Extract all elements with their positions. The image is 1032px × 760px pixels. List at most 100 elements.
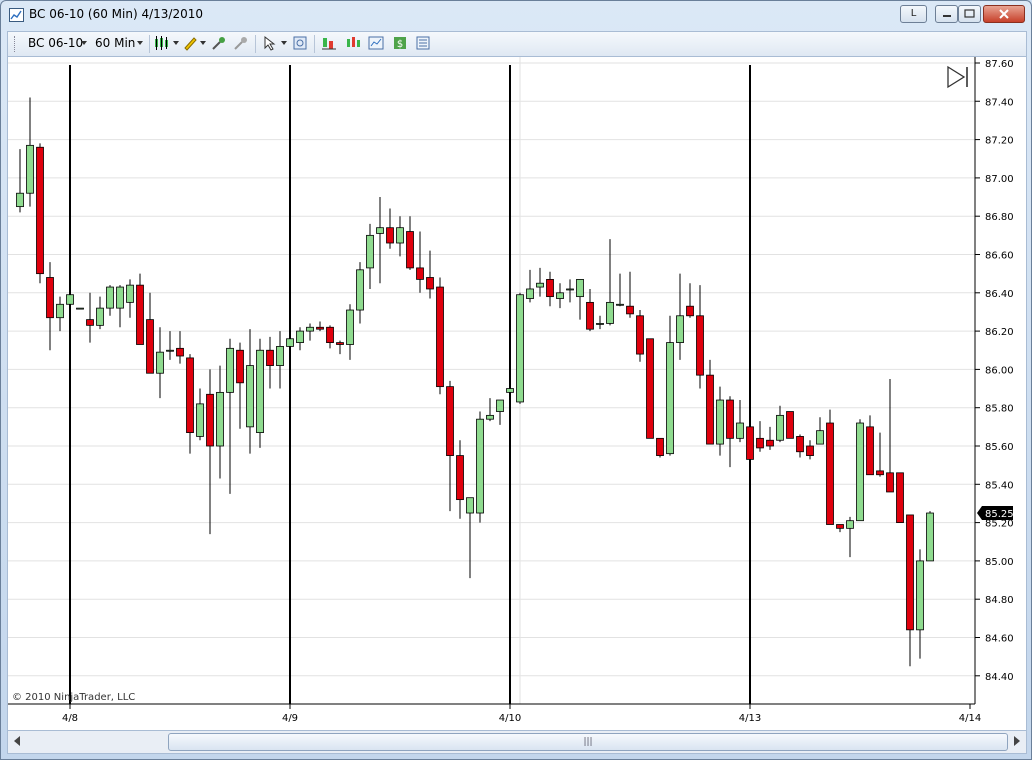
y-tick-label: 85.40 (985, 480, 1014, 491)
candle-body (606, 301, 614, 324)
y-tick-label: 84.80 (985, 595, 1014, 606)
toolbar-divider (314, 35, 315, 53)
y-tick-label: 86.20 (985, 327, 1014, 338)
candle-body (636, 315, 644, 355)
y-tick-label: 87.40 (985, 97, 1014, 108)
x-tick-label: 4/9 (282, 713, 298, 724)
candle-body (386, 227, 394, 244)
maximize-icon (964, 9, 975, 18)
minimize-icon (943, 15, 951, 17)
scroll-thumb[interactable]: ||| (168, 733, 1008, 751)
scroll-left-icon[interactable] (14, 736, 20, 746)
indicators-icon[interactable] (321, 35, 337, 51)
candle-body (906, 514, 914, 631)
candle-body (746, 426, 754, 460)
candlestick-chart[interactable]: 87.60 87.40 87.20 87.00 86.80 86.60 86.40 86.20… (8, 57, 1026, 730)
candle-body (156, 351, 164, 374)
candle-body (456, 455, 464, 501)
candle-body (686, 305, 694, 317)
svg-text:$: $ (397, 39, 403, 50)
chevron-down-icon[interactable] (137, 41, 143, 45)
candle-body (816, 430, 824, 445)
candle-body (96, 307, 104, 326)
horizontal-scrollbar[interactable]: ||| (7, 730, 1027, 754)
candle-body (266, 349, 274, 366)
candle-body (226, 347, 234, 393)
y-tick-label: 86.80 (985, 212, 1014, 223)
candle-body (36, 146, 44, 275)
candle-body (396, 227, 404, 244)
candle-body (596, 323, 604, 325)
chevron-down-icon[interactable] (173, 41, 179, 45)
candle-body (106, 286, 114, 309)
y-tick-label: 87.60 (985, 59, 1014, 70)
chart-app-icon (9, 8, 24, 22)
candle-body (236, 349, 244, 384)
chevron-down-icon[interactable] (81, 41, 87, 45)
close-button[interactable] (983, 5, 1025, 23)
window-title: BC 06-10 (60 Min) 4/13/2010 (29, 7, 203, 21)
candle-body (536, 282, 544, 288)
candle-body (146, 319, 154, 374)
strategies-icon[interactable] (345, 35, 361, 51)
y-tick-label: 85.60 (985, 442, 1014, 453)
x-tick-label: 4/14 (959, 713, 981, 724)
candle-body (426, 277, 434, 290)
candle-body (506, 388, 514, 393)
close-icon (999, 9, 1009, 19)
chart-style-icon[interactable] (154, 35, 170, 51)
x-tick-label: 4/13 (739, 713, 761, 724)
drawing-tool-icon[interactable] (182, 35, 198, 51)
toolbar-divider (255, 35, 256, 53)
candle-body (336, 342, 344, 345)
candle-body (306, 326, 314, 332)
candle-body (26, 144, 34, 194)
candle-body (696, 315, 704, 376)
candle-body (366, 234, 374, 269)
candle-body (896, 472, 904, 523)
chart-toolbar: BC 06-10 60 Min $ (7, 31, 1027, 57)
plot-background (8, 57, 975, 704)
chevron-down-icon[interactable] (200, 41, 206, 45)
interval-selector[interactable]: 60 Min (95, 36, 135, 50)
candle-body (56, 303, 64, 319)
price-chart[interactable]: 87.60 87.40 87.20 87.00 86.80 86.60 86.40 86.20… (7, 56, 1027, 731)
properties-icon[interactable] (415, 35, 431, 51)
candle-body (416, 267, 424, 280)
candle-body (246, 365, 254, 428)
candle-body (516, 294, 524, 403)
candle-body (556, 292, 564, 299)
candle-body (376, 227, 384, 234)
minimize-button[interactable]: L (900, 5, 927, 23)
candle-body (566, 288, 574, 291)
scroll-right-icon[interactable] (1014, 736, 1020, 746)
candle-body (736, 422, 744, 439)
dollar-icon[interactable]: $ (392, 35, 408, 51)
minimize-window-button[interactable] (935, 5, 958, 23)
y-tick-label: 84.60 (985, 634, 1014, 645)
candle-body (676, 315, 684, 343)
candle-body (766, 439, 774, 447)
candle-body (836, 524, 844, 529)
y-tick-label: 87.20 (985, 136, 1014, 147)
candle-body (76, 307, 84, 310)
candle-body (406, 231, 414, 269)
y-tick-label: 86.40 (985, 289, 1014, 300)
candle-body (866, 426, 874, 476)
chart-trader-icon[interactable] (368, 35, 384, 51)
candle-body (546, 278, 554, 298)
zoom-out-icon[interactable] (233, 35, 249, 51)
data-box-icon[interactable] (292, 35, 308, 51)
copyright-text: © 2010 NinjaTrader, LLC (12, 692, 135, 703)
title-bar: BC 06-10 (60 Min) 4/13/2010 L (1, 1, 1031, 29)
maximize-button[interactable] (958, 5, 981, 23)
chart-window: BC 06-10 (60 Min) 4/13/2010 L BC 06-10 6… (0, 0, 1032, 760)
instrument-selector[interactable]: BC 06-10 (28, 36, 83, 50)
candle-body (136, 284, 144, 345)
last-price-label: 85.25 (985, 509, 1014, 520)
cursor-icon[interactable] (262, 35, 278, 51)
chevron-down-icon[interactable] (281, 41, 287, 45)
zoom-in-icon[interactable] (211, 35, 227, 51)
candle-body (916, 560, 924, 631)
candle-body (476, 418, 484, 514)
